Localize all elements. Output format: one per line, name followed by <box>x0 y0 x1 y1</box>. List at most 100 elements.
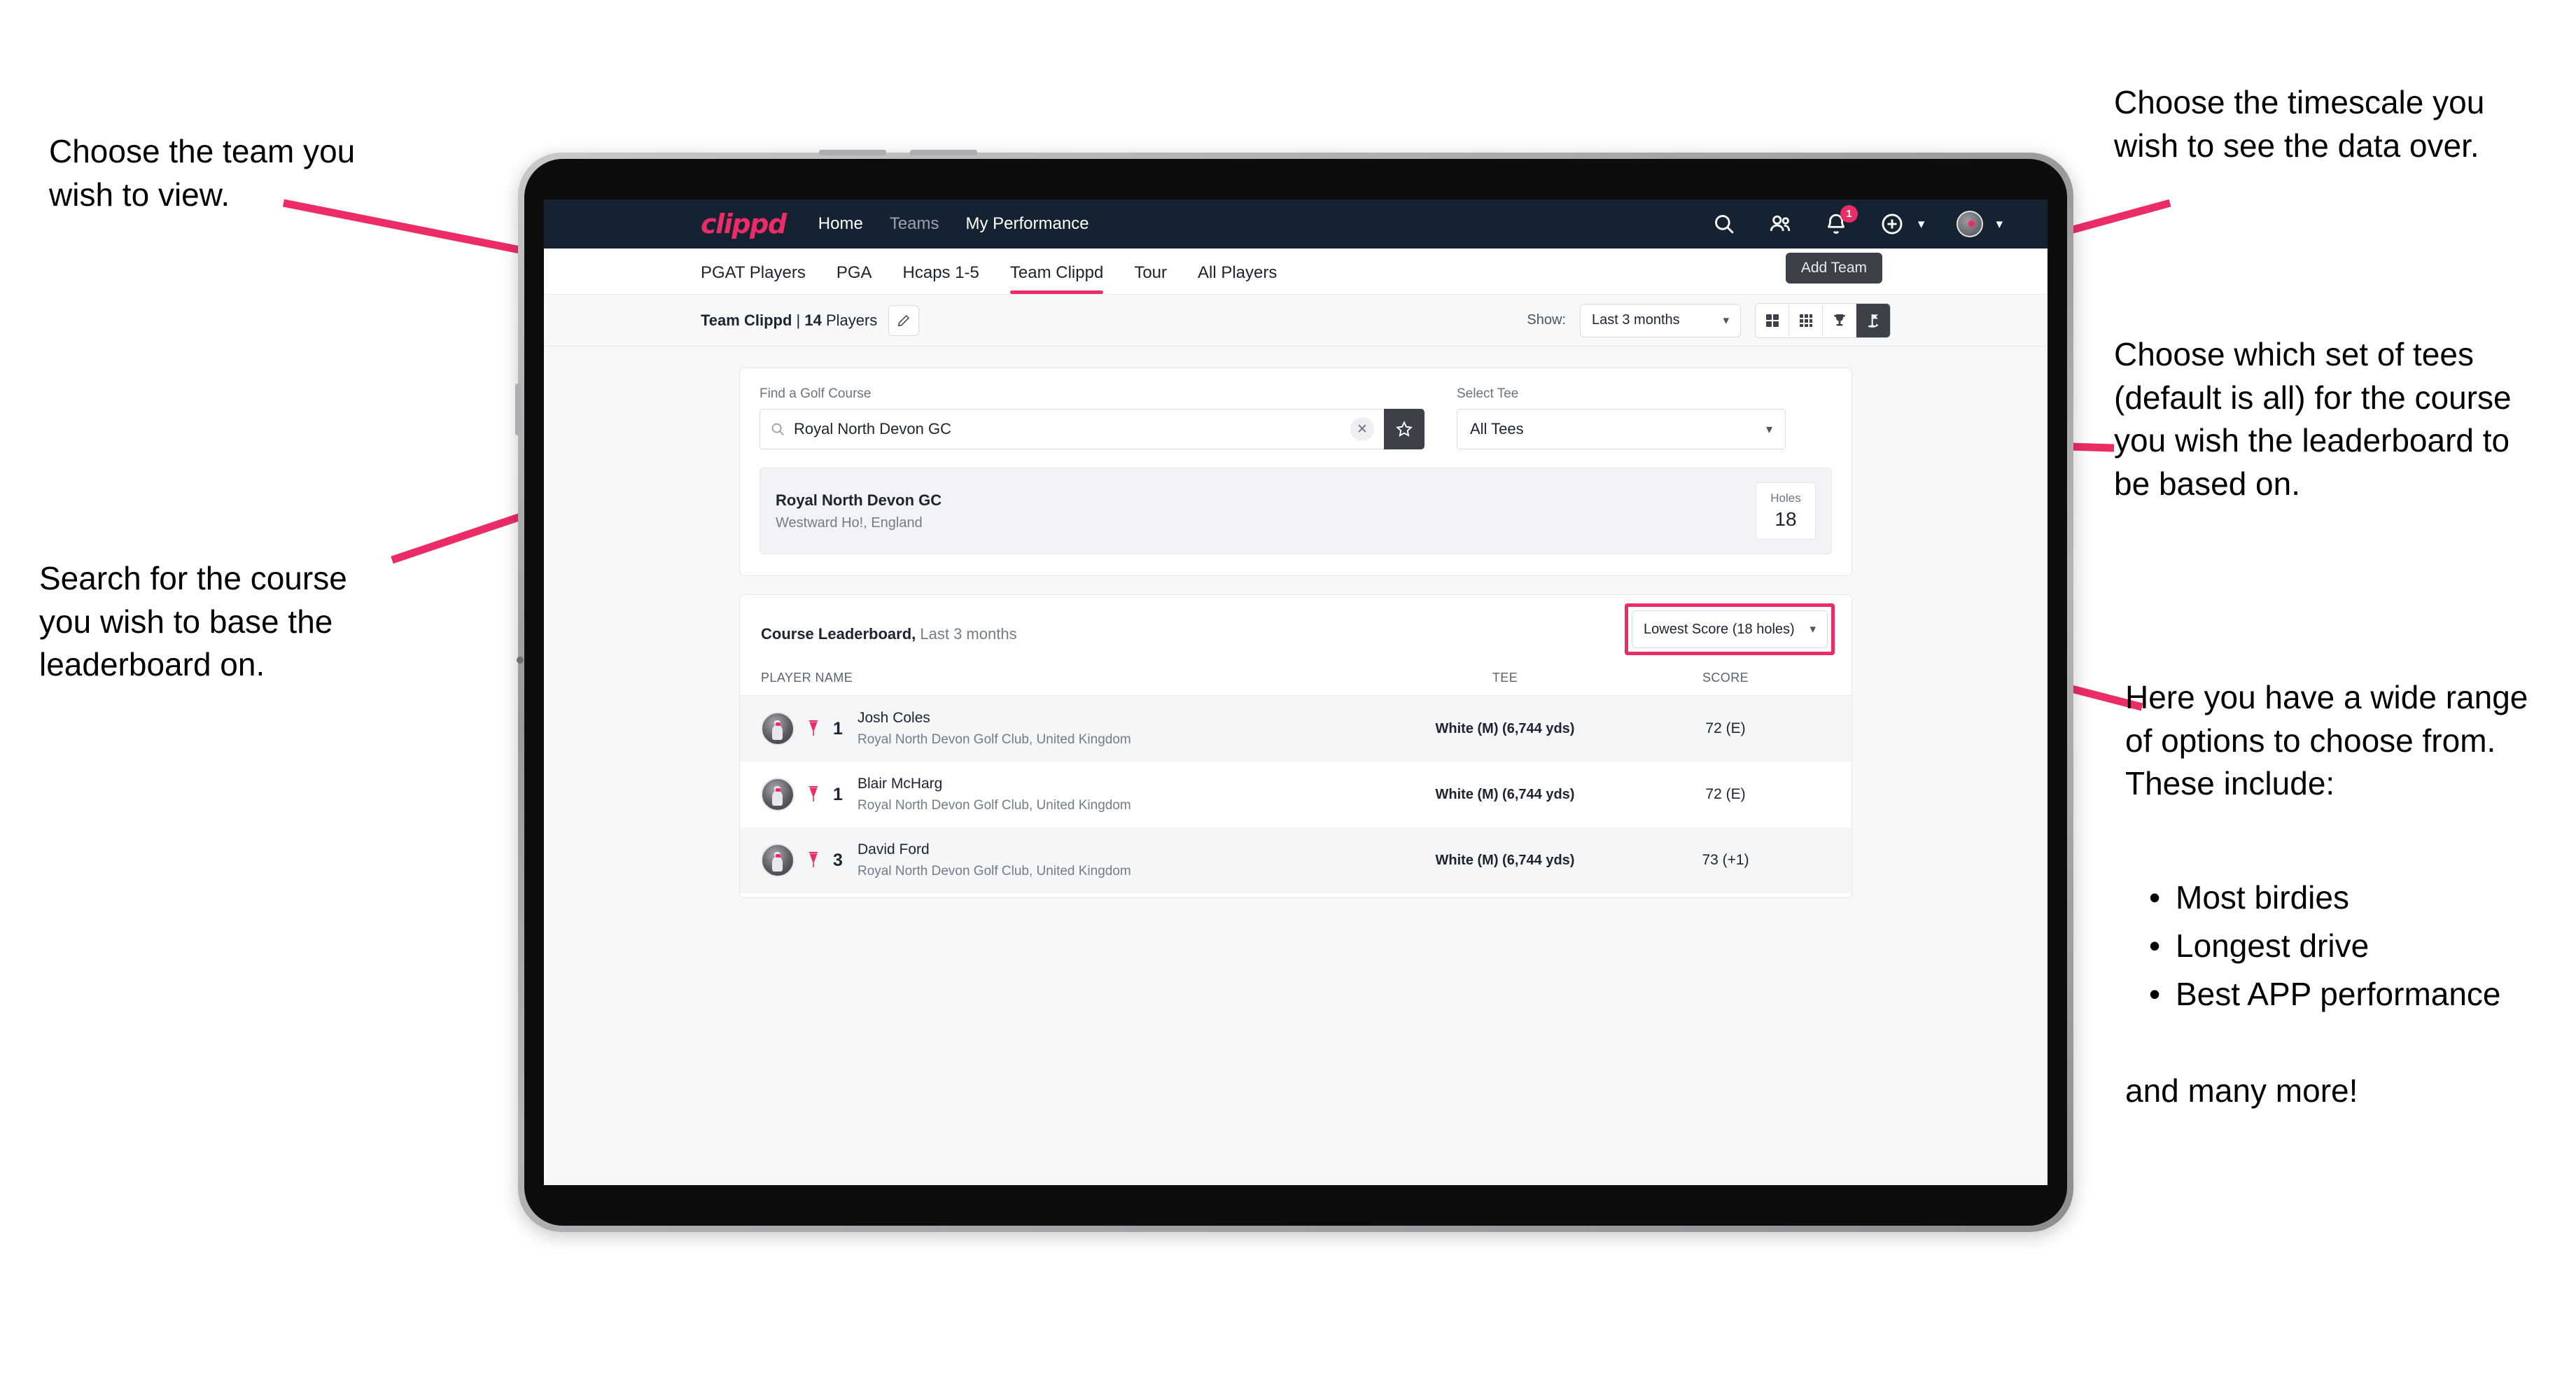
course-result-location: Westward Ho!, England <box>776 514 923 531</box>
golf-flag-view-button[interactable] <box>1856 303 1890 337</box>
tab-tour[interactable]: Tour <box>1134 263 1167 294</box>
course-holes-box: Holes 18 <box>1756 482 1816 540</box>
player-cell: 1 Josh Coles Royal North Devon Golf Club… <box>761 710 1390 748</box>
column-header-score: SCORE <box>1702 671 1749 685</box>
nav-link-teams[interactable]: Teams <box>890 214 939 234</box>
player-name: Josh Coles <box>858 710 930 726</box>
team-players-word: Players <box>821 311 878 329</box>
tablet-screen: clippd Home Teams My Performance 1 ▾ ▾ P… <box>544 200 2047 1185</box>
clippd-logo[interactable]: clippd <box>701 209 787 239</box>
find-course-label: Find a Golf Course <box>760 386 872 401</box>
player-rank: 1 <box>833 718 843 738</box>
annotation-options-list: • Most birdies • Longest drive • Best APP p… <box>2149 874 2576 1018</box>
search-icon <box>770 421 785 437</box>
view-toggle-group <box>1755 302 1891 338</box>
edit-team-button[interactable] <box>888 304 920 336</box>
table-row[interactable]: 3 David Ford Royal North Devon Golf Club… <box>740 827 1851 893</box>
tee-select-value: All Tees <box>1470 420 1524 438</box>
course-result-text: Royal North Devon GC Westward Ho!, Engla… <box>776 491 941 531</box>
option-item: Most birdies <box>2176 879 2349 916</box>
account-avatar[interactable] <box>1956 211 1984 237</box>
team-separator: | <box>792 311 805 329</box>
leaderboard-metric-select[interactable]: Lowest Score (18 holes) ▾ <box>1632 610 1828 648</box>
notifications-icon[interactable]: 1 <box>1824 205 1858 236</box>
player-rank: 3 <box>833 850 843 870</box>
leaderboard-metric-value: Lowest Score (18 holes) <box>1644 621 1795 637</box>
player-tee: White (M) (6,744 yds) <box>1435 786 1575 802</box>
period-select[interactable]: Last 3 months ▾ <box>1580 303 1741 337</box>
avatar <box>761 844 794 877</box>
app-navbar: clippd Home Teams My Performance 1 ▾ ▾ <box>544 200 2047 248</box>
account-chevron-down-icon[interactable]: ▾ <box>1996 216 2003 232</box>
grid-3x3-view-button[interactable] <box>1789 303 1823 337</box>
search-icon[interactable] <box>1712 212 1736 236</box>
column-header-player-name: PLAYER NAME <box>761 671 853 685</box>
screenshot-root: Choose the team you wish to view. Search… <box>0 0 2576 1386</box>
tee-select[interactable]: All Tees ▾ <box>1457 409 1786 449</box>
grid-2x2-view-button[interactable] <box>1756 303 1789 337</box>
volume-down-button <box>910 150 977 155</box>
bullet-dot: • <box>2149 879 2161 916</box>
player-tee: White (M) (6,744 yds) <box>1435 720 1575 736</box>
chevron-down-icon: ▾ <box>1809 622 1816 636</box>
leaderboard-metric-highlight: Lowest Score (18 holes) ▾ <box>1625 603 1835 655</box>
nav-link-my-performance[interactable]: My Performance <box>966 214 1089 234</box>
tab-pga[interactable]: PGA <box>836 263 872 294</box>
nav-link-home[interactable]: Home <box>818 214 863 234</box>
tab-all-players[interactable]: All Players <box>1198 263 1277 294</box>
player-name: Blair McHarg <box>858 776 943 792</box>
player-text: David Ford Royal North Devon Golf Club, … <box>858 841 1131 879</box>
team-tabs-bar: PGAT Players PGA Hcaps 1-5 Team Clippd T… <box>544 248 2047 295</box>
clear-search-button[interactable]: ✕ <box>1350 417 1374 441</box>
player-rank: 1 <box>833 784 843 804</box>
period-select-value: Last 3 months <box>1592 312 1680 328</box>
add-chevron-down-icon[interactable]: ▾ <box>1918 216 1925 232</box>
table-row[interactable]: 1 Blair McHarg Royal North Devon Golf Cl… <box>740 762 1851 827</box>
tablet-device: clippd Home Teams My Performance 1 ▾ ▾ P… <box>515 150 2073 1232</box>
toolbar-right-group: Show: Last 3 months ▾ <box>1527 302 1891 338</box>
leaderboard-title-period: Last 3 months <box>916 625 1017 643</box>
tab-hcaps-1-5[interactable]: Hcaps 1-5 <box>903 263 979 294</box>
player-club: Royal North Devon Golf Club, United King… <box>858 864 1131 878</box>
team-toolbar: Team Clippd | 14 Players Show: Last 3 mo… <box>544 295 2047 346</box>
golf-tee-icon <box>804 850 822 871</box>
player-name: David Ford <box>858 841 930 858</box>
annotation-search-course: Search for the course you wish to base t… <box>39 560 347 683</box>
main-content: Find a Golf Course Royal North Devon GC … <box>544 346 2047 898</box>
course-search-card: Find a Golf Course Royal North Devon GC … <box>739 368 1852 576</box>
player-cell: 1 Blair McHarg Royal North Devon Golf Cl… <box>761 776 1390 813</box>
option-item: Best APP performance <box>2176 976 2501 1012</box>
holes-label: Holes <box>1770 491 1801 505</box>
course-result-name: Royal North Devon GC <box>776 491 942 509</box>
player-club: Royal North Devon Golf Club, United King… <box>858 798 1131 813</box>
team-summary: Team Clippd | 14 Players <box>701 312 877 330</box>
leaderboard-column-headers: PLAYER NAME TEE SCORE <box>740 671 1851 696</box>
annotation-choose-team: Choose the team you wish to view. <box>49 133 356 213</box>
notification-badge: 1 <box>1840 205 1858 223</box>
player-text: Blair McHarg Royal North Devon Golf Club… <box>858 776 1131 813</box>
trophy-view-button[interactable] <box>1823 303 1856 337</box>
player-tee: White (M) (6,744 yds) <box>1435 852 1575 868</box>
tab-pgat-players[interactable]: PGAT Players <box>701 263 806 294</box>
table-row[interactable]: 1 Josh Coles Royal North Devon Golf Club… <box>740 696 1851 762</box>
select-tee-label: Select Tee <box>1457 386 1519 401</box>
course-field-group: Find a Golf Course Royal North Devon GC … <box>760 386 1424 449</box>
bullet-dot: • <box>2149 976 2161 1012</box>
course-result-row[interactable]: Royal North Devon GC Westward Ho!, Engla… <box>760 468 1832 554</box>
leaderboard-title-main: Course Leaderboard, <box>761 625 916 643</box>
camera-dot <box>517 657 524 664</box>
option-item: Longest drive <box>2176 927 2370 964</box>
people-icon[interactable] <box>1768 212 1792 236</box>
add-circle-icon[interactable] <box>1880 212 1904 236</box>
chevron-down-icon: ▾ <box>1765 421 1772 436</box>
player-score: 73 (+1) <box>1702 852 1749 868</box>
avatar <box>761 778 794 811</box>
tab-team-clippd[interactable]: Team Clippd <box>1009 263 1104 294</box>
course-search-input[interactable]: Royal North Devon GC ✕ <box>760 409 1384 449</box>
annotation-options-intro: Here you have a wide range of options to… <box>2125 679 2528 802</box>
favourite-star-button[interactable] <box>1384 409 1424 449</box>
add-team-button[interactable]: Add Team <box>1785 253 1882 284</box>
team-player-count: 14 <box>804 311 822 329</box>
course-leaderboard-card: Course Leaderboard, Last 3 months Lowest… <box>739 594 1852 898</box>
chevron-down-icon: ▾ <box>1723 313 1729 327</box>
